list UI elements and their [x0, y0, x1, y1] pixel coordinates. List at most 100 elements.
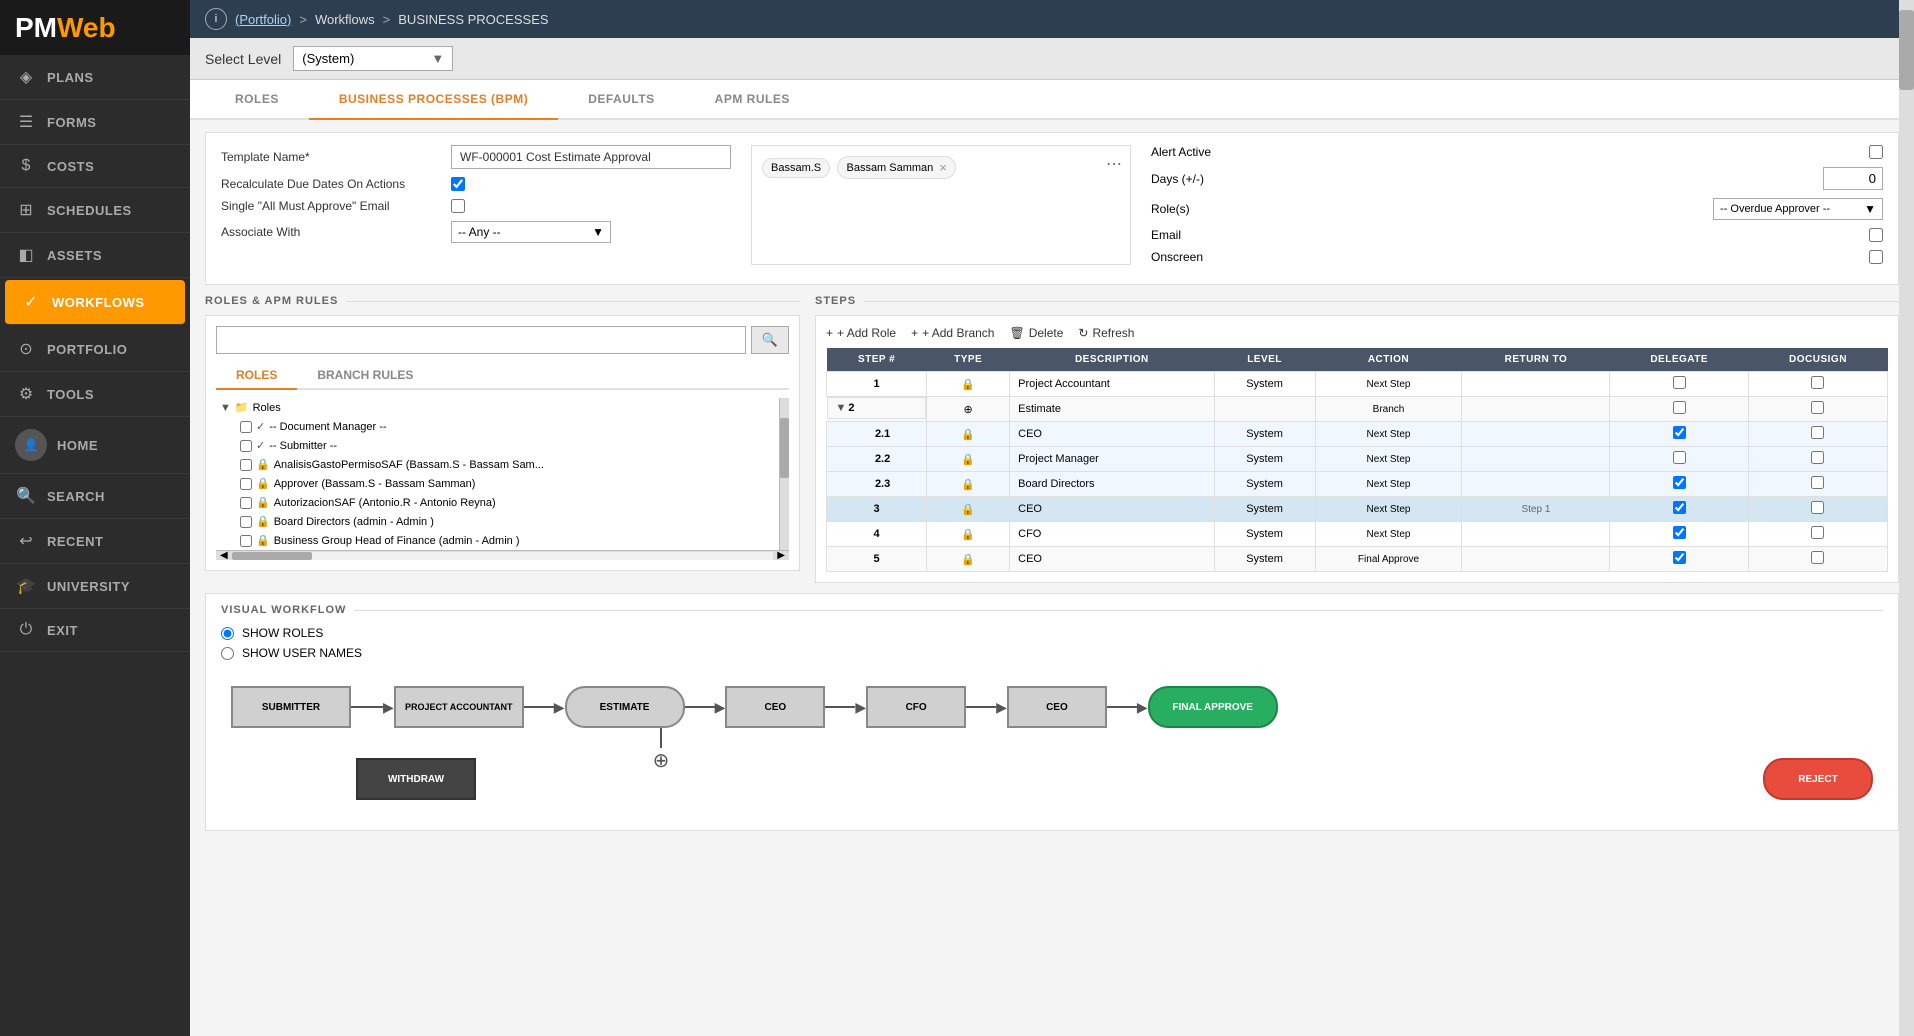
docusign-checkbox[interactable] [1811, 476, 1824, 489]
tree-item-roles-folder[interactable]: ▼ 📁 Roles [216, 398, 779, 417]
vertical-scrollbar[interactable] [1899, 0, 1914, 1036]
table-row[interactable]: 5 🔒 CEO System Final Approve [827, 547, 1888, 572]
step-delegate[interactable] [1610, 547, 1749, 572]
sidebar-item-assets[interactable]: ◧ ASSETS [0, 233, 190, 278]
email-checkbox[interactable] [1869, 228, 1883, 242]
sidebar-item-costs[interactable]: $ COSTS [0, 145, 190, 188]
step-delegate[interactable] [1610, 422, 1749, 447]
horizontal-scrollbar[interactable]: ◀ ▶ [216, 550, 789, 560]
select-level-dropdown[interactable]: (System) ▼ [293, 46, 453, 71]
tab-bpm[interactable]: BUSINESS PROCESSES (BPM) [309, 80, 558, 120]
roles-tab-roles[interactable]: ROLES [216, 362, 297, 390]
list-item[interactable]: 🔒 Business Group Head of Finance (admin … [236, 531, 779, 550]
template-name-input[interactable] [451, 145, 731, 169]
docusign-checkbox[interactable] [1811, 401, 1824, 414]
tree-checkbox[interactable] [240, 459, 252, 471]
sidebar-item-plans[interactable]: ◈ PLANS [0, 55, 190, 100]
step-delegate[interactable] [1610, 497, 1749, 522]
table-row[interactable]: 3 🔒 CEO System Next Step Step 1 [827, 497, 1888, 522]
list-item[interactable]: ✓ -- Submitter -- [236, 436, 779, 455]
delegate-checkbox[interactable] [1673, 376, 1686, 389]
sidebar-item-home[interactable]: 👤 HOME [0, 417, 190, 474]
scroll-right-icon[interactable]: ▶ [773, 550, 789, 560]
step-docusign[interactable] [1748, 447, 1887, 472]
more-options-icon[interactable]: ⋯ [1106, 154, 1122, 174]
table-row[interactable]: 4 🔒 CFO System Next Step [827, 522, 1888, 547]
sidebar-item-exit[interactable]: ⏻ EXIT [0, 609, 190, 652]
delete-button[interactable]: 🗑 Delete [1009, 326, 1063, 340]
delegate-checkbox[interactable] [1673, 551, 1686, 564]
portfolio-link[interactable]: (Portfolio) [235, 12, 291, 27]
sidebar-item-schedules[interactable]: ⊞ SCHEDULES [0, 188, 190, 233]
onscreen-checkbox[interactable] [1869, 250, 1883, 264]
step-delegate[interactable] [1610, 472, 1749, 497]
add-branch-button[interactable]: + + Add Branch [911, 326, 994, 340]
tag-remove-icon[interactable]: × [939, 160, 947, 175]
docusign-checkbox[interactable] [1811, 501, 1824, 514]
step-docusign[interactable] [1748, 497, 1887, 522]
delegate-checkbox[interactable] [1673, 501, 1686, 514]
docusign-checkbox[interactable] [1811, 426, 1824, 439]
docusign-checkbox[interactable] [1811, 376, 1824, 389]
single-email-checkbox[interactable] [451, 199, 465, 213]
sidebar-item-tools[interactable]: ⚙ TOOLS [0, 372, 190, 417]
refresh-button[interactable]: ↻ Refresh [1078, 326, 1134, 340]
roles-search-input[interactable] [216, 326, 746, 354]
expand-icon[interactable]: ▼ [836, 402, 847, 414]
step-docusign[interactable] [1748, 397, 1887, 422]
table-row[interactable]: 1 🔒 Project Accountant System Next Step [827, 372, 1888, 397]
step-docusign[interactable] [1748, 547, 1887, 572]
list-item[interactable]: 🔒 Board Directors (admin - Admin ) [236, 512, 779, 531]
tree-checkbox[interactable] [240, 516, 252, 528]
sidebar-item-portfolio[interactable]: ⊙ PORTFOLIO [0, 327, 190, 372]
step-docusign[interactable] [1748, 472, 1887, 497]
table-row[interactable]: ▼2 ⊕ Estimate Branch [827, 397, 1888, 422]
tree-checkbox[interactable] [240, 440, 252, 452]
delegate-checkbox[interactable] [1673, 451, 1686, 464]
step-delegate[interactable] [1610, 522, 1749, 547]
list-item[interactable]: 🔒 AutorizacionSAF (Antonio.R - Antonio R… [236, 493, 779, 512]
list-item[interactable]: ✓ -- Document Manager -- [236, 417, 779, 436]
step-docusign[interactable] [1748, 372, 1887, 397]
roles-dropdown[interactable]: -- Overdue Approver -- ▼ [1713, 198, 1883, 220]
scroll-bar[interactable] [779, 398, 789, 550]
tree-checkbox[interactable] [240, 478, 252, 490]
sidebar-item-search[interactable]: 🔍 SEARCH [0, 474, 190, 519]
table-row[interactable]: 2.2 🔒 Project Manager System Next Step [827, 447, 1888, 472]
list-item[interactable]: 🔒 Approver (Bassam.S - Bassam Samman) [236, 474, 779, 493]
tab-defaults[interactable]: DEFAULTS [558, 80, 684, 120]
step-docusign[interactable] [1748, 522, 1887, 547]
delegate-checkbox[interactable] [1673, 526, 1686, 539]
scroll-left-icon[interactable]: ◀ [216, 550, 232, 560]
roles-tab-branch-rules[interactable]: BRANCH RULES [297, 362, 433, 390]
add-role-button[interactable]: + + Add Role [826, 326, 896, 340]
step-docusign[interactable] [1748, 422, 1887, 447]
delegate-checkbox[interactable] [1673, 476, 1686, 489]
step-delegate[interactable] [1610, 447, 1749, 472]
tab-apm-rules[interactable]: APM RULES [685, 80, 820, 120]
docusign-checkbox[interactable] [1811, 526, 1824, 539]
tree-checkbox[interactable] [240, 497, 252, 509]
tree-checkbox[interactable] [240, 535, 252, 547]
step-delegate[interactable] [1610, 372, 1749, 397]
sidebar-item-recent[interactable]: ↩ RECENT [0, 519, 190, 564]
sidebar-item-forms[interactable]: ☰ FORMS [0, 100, 190, 145]
tree-checkbox[interactable] [240, 421, 252, 433]
list-item[interactable]: 🔒 AnalisisGastoPermisoSAF (Bassam.S - Ba… [236, 455, 779, 474]
tags-area[interactable]: ⋯ Bassam.S Bassam Samman × [751, 145, 1131, 265]
info-icon[interactable]: i [205, 8, 227, 30]
delegate-checkbox[interactable] [1673, 426, 1686, 439]
roles-search-button[interactable]: 🔍 [751, 326, 789, 354]
delegate-checkbox[interactable] [1673, 401, 1686, 414]
docusign-checkbox[interactable] [1811, 551, 1824, 564]
sidebar-item-university[interactable]: 🎓 UNIVERSITY [0, 564, 190, 609]
sidebar-item-workflows[interactable]: ✓ WORKFLOWS [5, 280, 185, 325]
associate-dropdown[interactable]: -- Any -- ▼ [451, 221, 611, 243]
tab-roles[interactable]: ROLES [205, 80, 309, 120]
show-user-names-radio[interactable] [221, 647, 234, 660]
show-roles-radio[interactable] [221, 627, 234, 640]
recalculate-checkbox[interactable] [451, 177, 465, 191]
step-delegate[interactable] [1610, 397, 1749, 422]
alert-active-checkbox[interactable] [1869, 145, 1883, 159]
docusign-checkbox[interactable] [1811, 451, 1824, 464]
